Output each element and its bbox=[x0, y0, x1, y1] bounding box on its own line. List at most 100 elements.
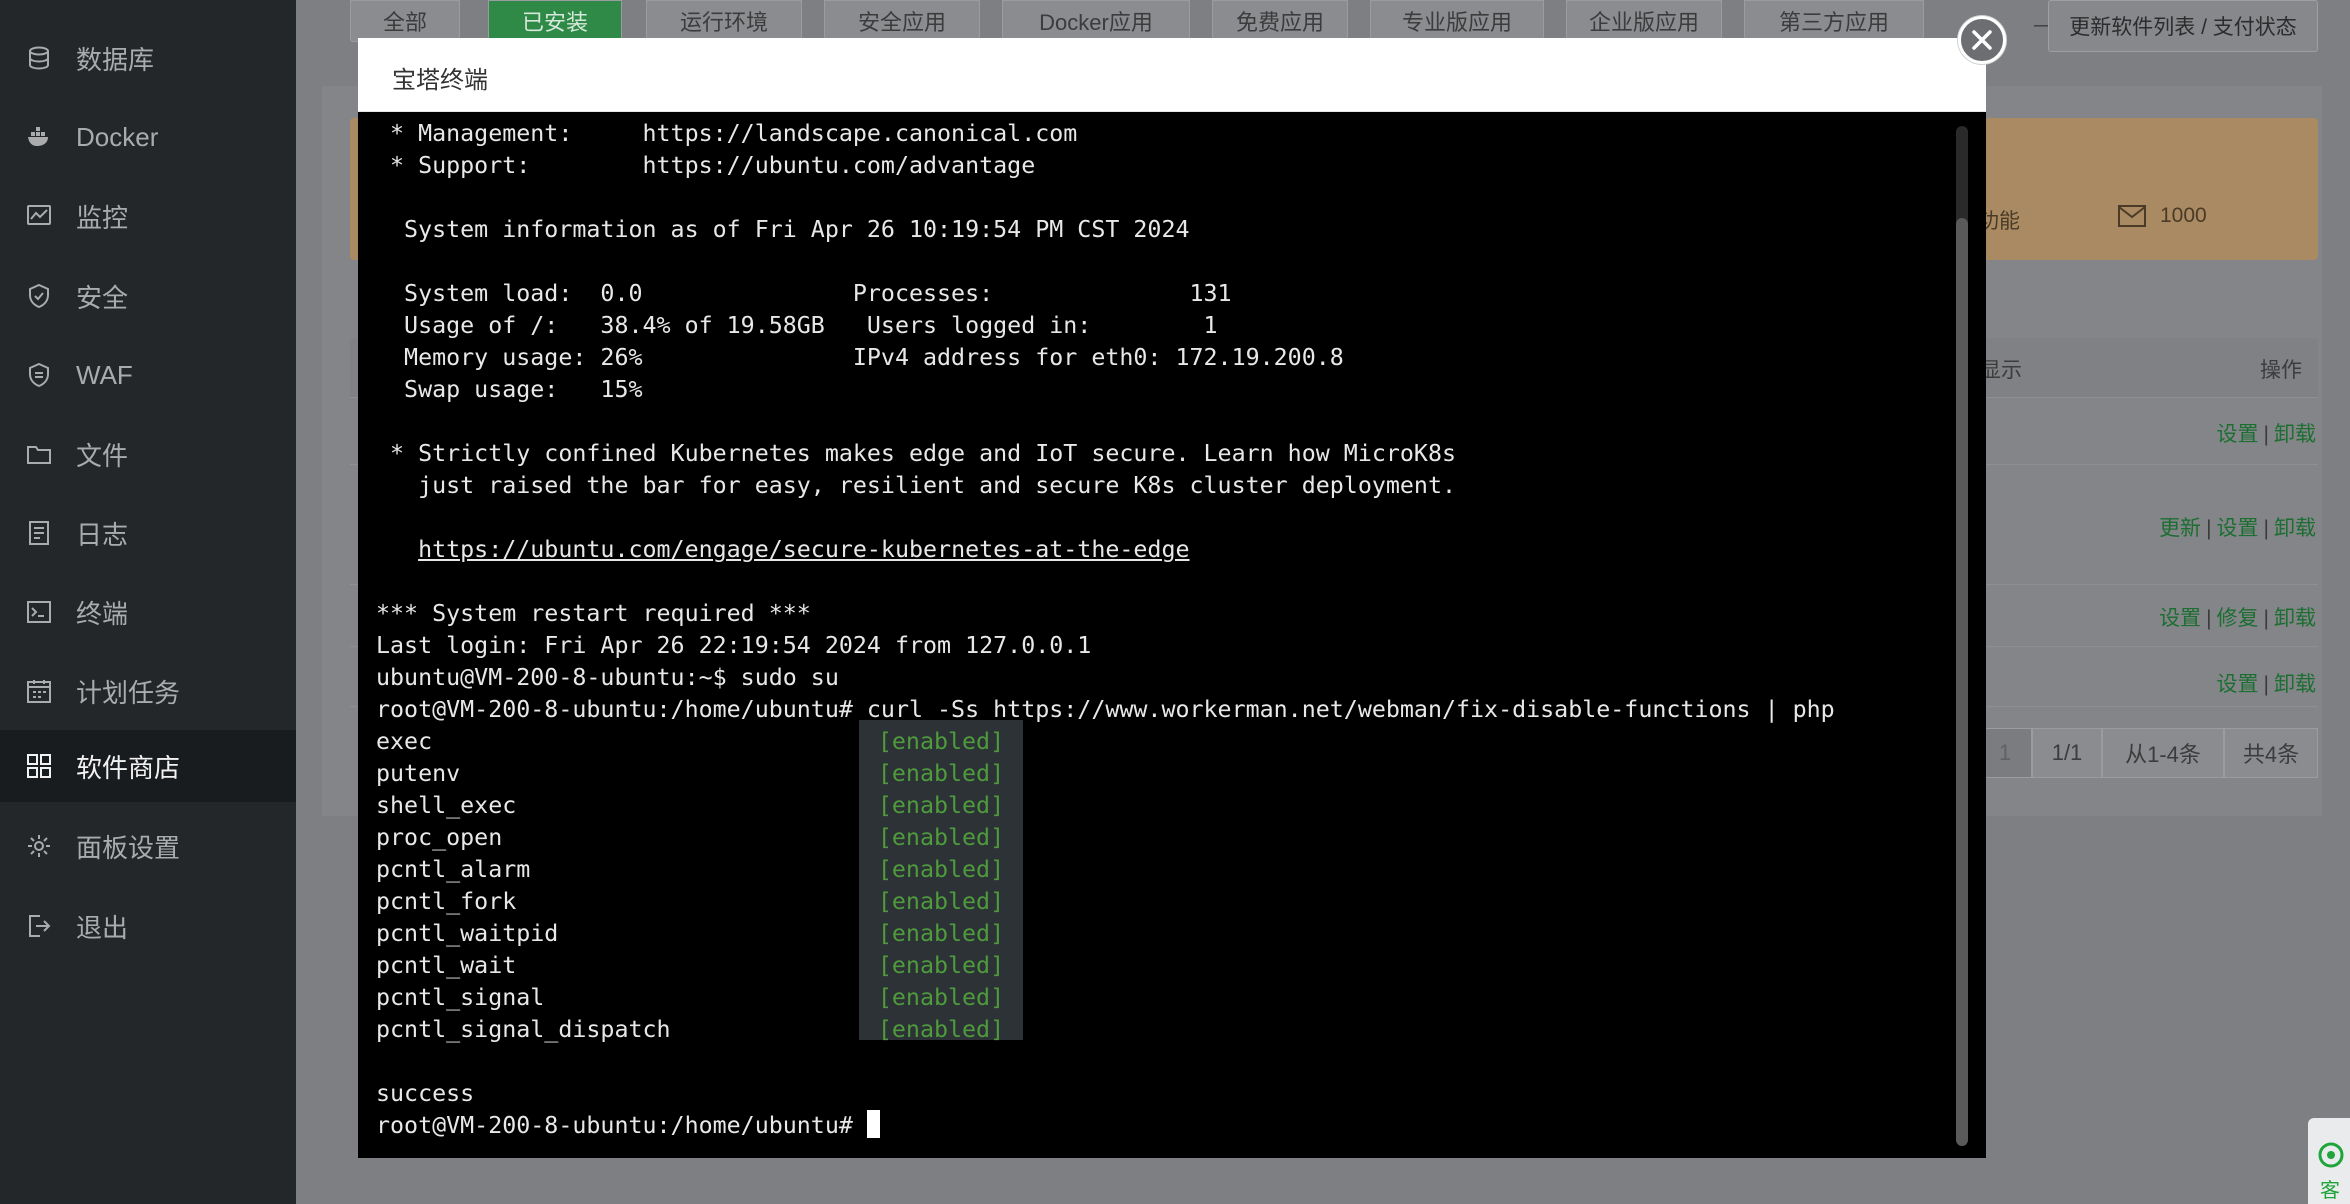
store-tab-8[interactable]: 第三方应用 bbox=[1744, 0, 1924, 42]
terminal-line: System information as of Fri Apr 26 10:1… bbox=[376, 216, 1190, 243]
support-tab[interactable]: 客 bbox=[2308, 1118, 2350, 1204]
op-link[interactable]: 卸载 bbox=[2274, 517, 2316, 540]
sidebar-item-6[interactable]: 日志 bbox=[0, 497, 296, 569]
terminal-icon bbox=[24, 597, 54, 627]
op-link[interactable]: 设置 bbox=[2217, 673, 2259, 696]
sidebar-item-10[interactable]: 面板设置 bbox=[0, 810, 296, 882]
store-tab-2[interactable]: 运行环境 bbox=[646, 0, 802, 42]
function-status: [enabled] bbox=[877, 728, 1005, 755]
support-icon bbox=[2318, 1142, 2344, 1168]
terminal-line: just raised the bar for easy, resilient … bbox=[376, 472, 1456, 499]
op-link[interactable]: 卸载 bbox=[2274, 673, 2316, 696]
mail-icon bbox=[2118, 205, 2146, 227]
store-tab-0[interactable]: 全部 bbox=[350, 0, 460, 42]
sidebar-item-0[interactable]: 数据库 bbox=[0, 22, 296, 94]
sidebar-item-5[interactable]: 文件 bbox=[0, 418, 296, 490]
sidebar-item-3[interactable]: 安全 bbox=[0, 260, 296, 332]
op-link[interactable]: 修复 bbox=[2217, 607, 2259, 630]
store-tab-1[interactable]: 已安装 bbox=[488, 0, 622, 42]
function-name: pcntl_fork bbox=[376, 888, 517, 915]
table-row-operations: 更新 | 设置 | 卸载 bbox=[2159, 512, 2316, 542]
terminal-line: Last login: Fri Apr 26 22:19:54 2024 fro… bbox=[376, 632, 1092, 659]
terminal-line: ubuntu@VM-200-8-ubuntu:~$ sudo su bbox=[376, 664, 839, 691]
close-modal-button[interactable] bbox=[1958, 16, 2006, 64]
shield-icon bbox=[24, 281, 54, 311]
terminal-line: * Support: https://ubuntu.com/advantage bbox=[376, 152, 1036, 179]
function-name: putenv bbox=[376, 760, 461, 787]
refresh-software-list-button[interactable]: 更新软件列表 / 支付状态 bbox=[2048, 0, 2318, 52]
op-separator: | bbox=[2206, 517, 2212, 540]
sidebar-item-2[interactable]: 监控 bbox=[0, 180, 296, 252]
gear-icon bbox=[24, 831, 54, 861]
terminal-line: root@VM-200-8-ubuntu:/home/ubuntu# curl … bbox=[376, 696, 1835, 723]
sidebar-item-label: 日志 bbox=[76, 519, 129, 550]
terminal-line: System load: 0.0 Processes: 131 bbox=[376, 280, 1232, 307]
terminal-prompt-line[interactable]: root@VM-200-8-ubuntu:/home/ubuntu# bbox=[376, 1110, 880, 1142]
monitor-icon bbox=[24, 201, 54, 231]
terminal-line: *** System restart required *** bbox=[376, 600, 811, 627]
function-status: [enabled] bbox=[877, 888, 1005, 915]
function-name: pcntl_alarm bbox=[376, 856, 531, 883]
pager-range: 从1-4条 bbox=[2102, 728, 2224, 778]
function-name: pcntl_signal_dispatch bbox=[376, 1016, 671, 1043]
terminal-url[interactable]: https://ubuntu.com/engage/secure-kuberne… bbox=[418, 536, 1189, 563]
terminal-screen[interactable]: * Management: https://landscape.canonica… bbox=[358, 112, 1986, 1158]
op-separator: | bbox=[2263, 607, 2269, 630]
terminal-line: Usage of /: 38.4% of 19.58GB Users logge… bbox=[376, 312, 1218, 339]
op-link[interactable]: 卸载 bbox=[2274, 607, 2316, 630]
table-row-operations: 设置 | 卸载 bbox=[2217, 418, 2316, 448]
op-link[interactable]: 更新 bbox=[2159, 517, 2201, 540]
pager-current-page[interactable]: 1 bbox=[1978, 728, 2032, 778]
op-link[interactable]: 设置 bbox=[2217, 423, 2259, 446]
store-tab-4[interactable]: Docker应用 bbox=[1002, 0, 1190, 42]
logout-icon bbox=[24, 911, 54, 941]
store-tab-3[interactable]: 安全应用 bbox=[824, 0, 980, 42]
sidebar-item-1[interactable]: Docker bbox=[0, 101, 296, 173]
sidebar-item-label: Docker bbox=[76, 121, 159, 152]
waf-shield-icon bbox=[24, 360, 54, 390]
function-name: shell_exec bbox=[376, 792, 517, 819]
store-tab-7[interactable]: 企业版应用 bbox=[1566, 0, 1722, 42]
log-icon bbox=[24, 518, 54, 548]
terminal-cursor bbox=[866, 1110, 880, 1138]
function-name: pcntl_signal bbox=[376, 984, 545, 1011]
terminal-result: success bbox=[376, 1080, 475, 1107]
op-link[interactable]: 设置 bbox=[2217, 517, 2259, 540]
sidebar-item-4[interactable]: WAF bbox=[0, 339, 296, 411]
op-link[interactable]: 设置 bbox=[2159, 607, 2201, 630]
sidebar-item-11[interactable]: 退出 bbox=[0, 890, 296, 962]
function-name: pcntl_waitpid bbox=[376, 920, 559, 947]
grid-icon bbox=[24, 751, 54, 781]
terminal-prompt: root@VM-200-8-ubuntu:/home/ubuntu# bbox=[376, 1112, 867, 1139]
terminal-line: * Strictly confined Kubernetes makes edg… bbox=[376, 440, 1456, 467]
table-row-operations: 设置 | 卸载 bbox=[2217, 668, 2316, 698]
sidebar-item-label: 终端 bbox=[76, 598, 129, 629]
store-tab-6[interactable]: 专业版应用 bbox=[1370, 0, 1544, 42]
sidebar-item-8[interactable]: 计划任务 bbox=[0, 655, 296, 727]
terminal-link-line[interactable]: https://ubuntu.com/engage/secure-kuberne… bbox=[376, 534, 1189, 566]
banner-mail: 1000 bbox=[2118, 204, 2207, 228]
sidebar-item-label: 文件 bbox=[76, 440, 129, 471]
sidebar-item-label: WAF bbox=[76, 359, 133, 390]
column-header-operations: 操作 bbox=[2260, 359, 2302, 382]
function-status: [enabled] bbox=[877, 760, 1005, 787]
function-name: proc_open bbox=[376, 824, 503, 851]
op-link[interactable]: 卸载 bbox=[2274, 423, 2316, 446]
sidebar: 数据库 Docker 监控安全 WAF 文件日志终端计划任务 软件商店面板设置退出 bbox=[0, 0, 296, 1204]
store-tab-5[interactable]: 免费应用 bbox=[1212, 0, 1348, 42]
terminal-modal: 宝塔终端 * Management: https://landscape.can… bbox=[358, 38, 1986, 1158]
op-separator: | bbox=[2263, 517, 2269, 540]
function-status: [enabled] bbox=[877, 984, 1005, 1011]
sidebar-item-7[interactable]: 终端 bbox=[0, 576, 296, 648]
table-row-operations: 设置 | 修复 | 卸载 bbox=[2159, 602, 2316, 632]
pager-pages: 1/1 bbox=[2032, 728, 2102, 778]
close-icon bbox=[1972, 30, 1992, 50]
terminal-scrollbar-thumb[interactable] bbox=[1956, 218, 1968, 1146]
sidebar-item-label: 安全 bbox=[76, 282, 129, 313]
pager-total: 共4条 bbox=[2224, 728, 2318, 778]
function-status: [enabled] bbox=[877, 920, 1005, 947]
modal-header[interactable]: 宝塔终端 bbox=[358, 38, 1986, 112]
terminal-line: Memory usage: 26% IPv4 address for eth0:… bbox=[376, 344, 1344, 371]
sidebar-item-9[interactable]: 软件商店 bbox=[0, 730, 296, 802]
